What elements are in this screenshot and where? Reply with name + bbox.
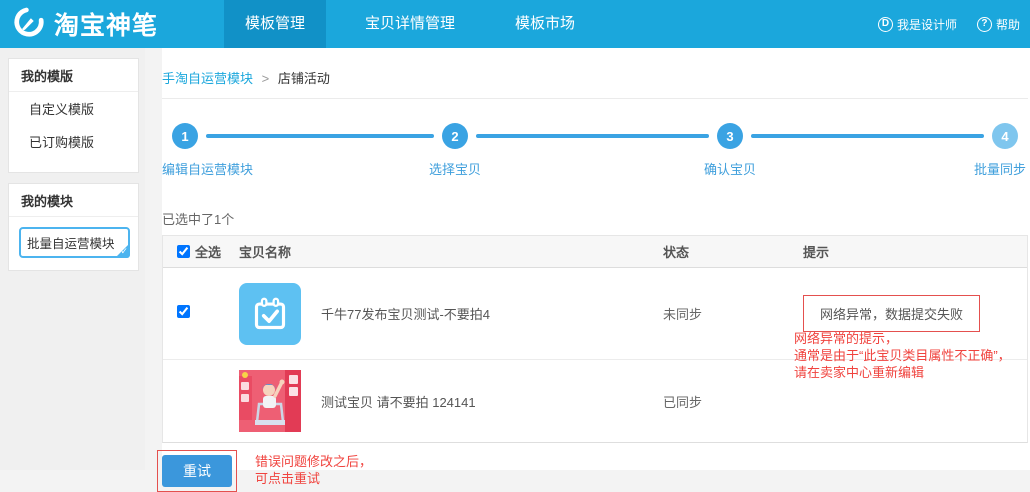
table-row: 千牛77发布宝贝测试-不要拍4 未同步 网络异常，数据提交失败 网络异常的提示，… xyxy=(163,268,1027,360)
goods-table: 全选 宝贝名称 状态 提示 千牛77发布宝贝测试-不要拍4 xyxy=(162,235,1028,443)
main-content: 手淘自运营模块 > 店铺活动 1 2 3 4 编辑自运营模块 选择宝贝 确认宝贝… xyxy=(162,48,1030,470)
help-label: 帮助 xyxy=(996,16,1020,33)
tip-note-line: 网络异常的提示， xyxy=(794,330,1011,347)
retry-note-line: 错误问题修改之后， xyxy=(255,453,372,470)
breadcrumb-link-module[interactable]: 手淘自运营模块 xyxy=(162,71,253,86)
nav-tab-template-management[interactable]: 模板管理 xyxy=(224,0,326,48)
step-1-circle: 1 xyxy=(172,123,198,149)
step-connector xyxy=(476,134,709,138)
help-question-icon: ? xyxy=(977,17,992,32)
retry-annotation-rect: 重试 xyxy=(157,450,237,492)
sidebar-item-batch-self-operation-module[interactable]: 批量自运营模块 ✓ xyxy=(19,227,130,258)
check-icon: ✓ xyxy=(120,246,128,257)
column-header-name: 宝贝名称 xyxy=(225,242,649,261)
tip-error-box: 网络异常，数据提交失败 xyxy=(803,295,980,332)
sidebar-section-title: 我的模版 xyxy=(9,59,138,92)
brush-logo-icon xyxy=(12,5,46,44)
header-right: D 我是设计师 ? 帮助 xyxy=(878,16,1030,33)
designer-link[interactable]: D 我是设计师 xyxy=(878,16,957,33)
sidebar: 我的模版 自定义模版 已订购模版 我的模块 批量自运营模块 ✓ xyxy=(0,48,145,470)
product-name-cell: 测试宝贝 请不要拍 124141 xyxy=(225,370,649,432)
module-item-label: 批量自运营模块 xyxy=(27,237,115,251)
retry-section: 重试 错误问题修改之后， 可点击重试 xyxy=(162,450,1030,490)
nav-tab-item-detail-management[interactable]: 宝贝详情管理 xyxy=(344,0,476,48)
step-connector xyxy=(751,134,984,138)
select-all-label: 全选 xyxy=(195,242,221,261)
product-name[interactable]: 测试宝贝 请不要拍 124141 xyxy=(321,392,476,411)
retry-button[interactable]: 重试 xyxy=(162,455,232,487)
tip-cell: 网络异常，数据提交失败 网络异常的提示， 通常是由于“此宝贝类目属性不正确”， … xyxy=(789,268,1027,359)
row-select-cell xyxy=(163,305,225,323)
status-label: 未同步 xyxy=(649,304,789,323)
sidebar-section-my-templates: 我的模版 自定义模版 已订购模版 xyxy=(8,58,139,173)
product-photo xyxy=(239,370,301,432)
selection-summary: 已选中了1个 xyxy=(162,209,1030,228)
select-all-checkbox[interactable] xyxy=(177,245,190,258)
breadcrumb-separator: > xyxy=(262,71,270,86)
column-header-tip: 提示 xyxy=(789,242,1027,261)
step-connector xyxy=(206,134,434,138)
row-checkbox[interactable] xyxy=(177,305,190,318)
tip-note-line: 通常是由于“此宝贝类目属性不正确”， xyxy=(794,347,1011,364)
tip-note-line: 请在卖家中心重新编辑 xyxy=(794,364,1011,381)
designer-label: 我是设计师 xyxy=(897,16,957,33)
main-nav: 模板管理 宝贝详情管理 模板市场 xyxy=(224,0,596,48)
step-2-label: 选择宝贝 xyxy=(429,159,481,178)
step-wizard: 1 2 3 4 编辑自运营模块 选择宝贝 确认宝贝 批量同步 xyxy=(162,123,1030,189)
app-logo[interactable]: 淘宝神笔 xyxy=(0,5,176,44)
retry-annotation-note: 错误问题修改之后， 可点击重试 xyxy=(255,453,372,487)
help-link[interactable]: ? 帮助 xyxy=(977,16,1020,33)
retry-note-line: 可点击重试 xyxy=(255,470,372,487)
app-title: 淘宝神笔 xyxy=(54,6,158,42)
breadcrumb-current: 店铺活动 xyxy=(278,71,330,86)
nav-tab-template-market[interactable]: 模板市场 xyxy=(494,0,596,48)
sidebar-section-my-modules: 我的模块 批量自运营模块 ✓ xyxy=(8,183,139,271)
calendar-check-icon xyxy=(239,283,301,345)
status-label: 已同步 xyxy=(649,392,789,411)
product-name[interactable]: 千牛77发布宝贝测试-不要拍4 xyxy=(321,304,490,323)
breadcrumb: 手淘自运营模块 > 店铺活动 xyxy=(162,48,1030,87)
sidebar-item-subscribed-templates[interactable]: 已订购模版 xyxy=(9,125,138,158)
step-2-circle: 2 xyxy=(442,123,468,149)
top-header: 淘宝神笔 模板管理 宝贝详情管理 模板市场 D 我是设计师 ? 帮助 xyxy=(0,0,1030,48)
designer-badge-icon: D xyxy=(878,17,893,32)
step-3-label: 确认宝贝 xyxy=(704,159,756,178)
step-1-label: 编辑自运营模块 xyxy=(162,159,253,178)
sidebar-section-title: 我的模块 xyxy=(9,184,138,217)
product-name-cell: 千牛77发布宝贝测试-不要拍4 xyxy=(225,283,649,345)
sidebar-item-custom-templates[interactable]: 自定义模版 xyxy=(9,92,138,125)
table-header-row: 全选 宝贝名称 状态 提示 xyxy=(163,236,1027,268)
step-4-label: 批量同步 xyxy=(974,159,1026,178)
column-header-status: 状态 xyxy=(649,242,789,261)
step-3-circle: 3 xyxy=(717,123,743,149)
divider xyxy=(162,98,1028,99)
tip-annotation-note: 网络异常的提示， 通常是由于“此宝贝类目属性不正确”， 请在卖家中心重新编辑 xyxy=(794,330,1011,381)
step-4-circle: 4 xyxy=(992,123,1018,149)
select-all-cell: 全选 xyxy=(163,242,225,261)
